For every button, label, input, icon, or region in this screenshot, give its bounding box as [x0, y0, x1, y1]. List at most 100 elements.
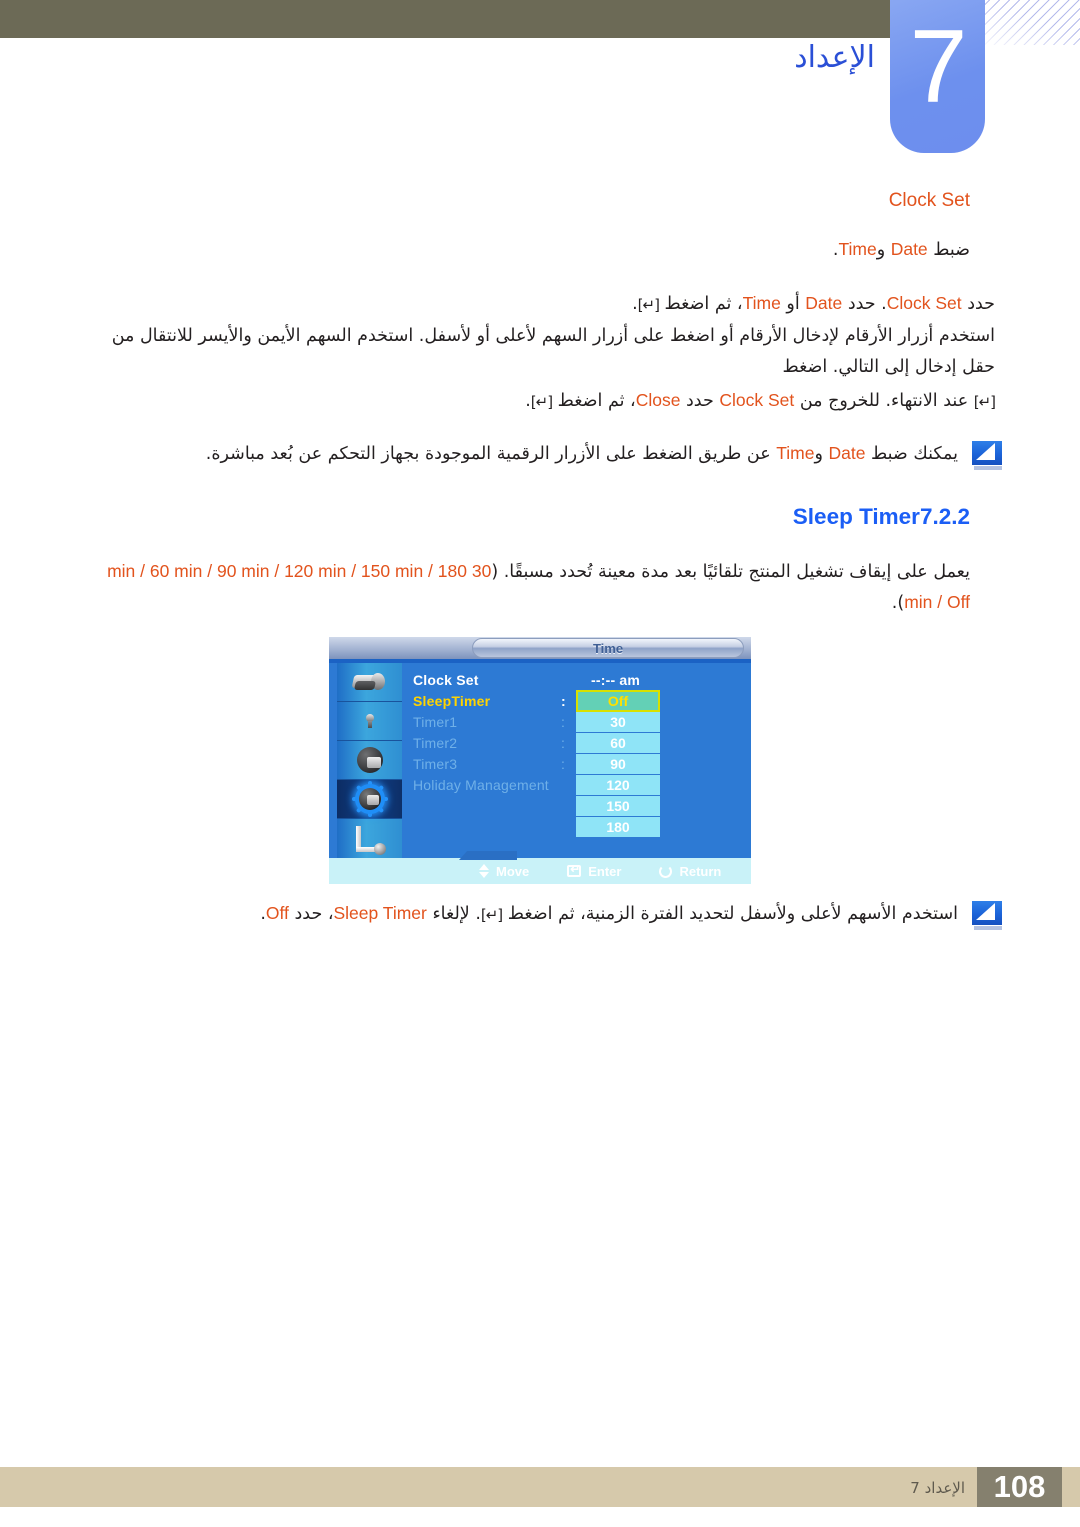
- dropdown-option[interactable]: 60: [576, 733, 660, 754]
- paragraph-1: حدد Clock Set. حدد Date أو Time، ثم اضغط…: [80, 288, 995, 320]
- osd-colon: :: [561, 755, 566, 772]
- p1-clockset: Clock Set: [886, 292, 962, 313]
- note-icon: [972, 441, 1002, 471]
- subtitle-time: Time: [838, 239, 877, 259]
- p1-b: . حدد: [842, 293, 887, 314]
- osd-sidebar-item-sound[interactable]: [337, 702, 402, 741]
- p1-d: ، ثم اضغط: [658, 293, 743, 314]
- header-olive-bar: [0, 0, 890, 38]
- opt-b: ).: [891, 593, 905, 614]
- section-number: 7.2.2: [919, 503, 970, 529]
- n2-off: Off: [265, 903, 289, 923]
- enter-icon: [567, 862, 582, 877]
- sleep-timer-options-line: يعمل على إيقاف تشغيل المنتج تلقائيًا بعد…: [0, 556, 1080, 619]
- chapter-number-badge: 7: [890, 0, 985, 153]
- osd-body: Clock Set --:-- am SleepTimer : Timer1 :: [413, 669, 743, 838]
- osd-label: Timer3: [413, 755, 458, 772]
- note-icon: [972, 901, 1002, 930]
- n2-sleeptimer: Sleep Timer: [333, 903, 427, 923]
- osd-label: SleepTimer: [413, 692, 491, 709]
- manual-page: 7 الإعداد Clock Set ضبط Date وTime. حدد …: [0, 0, 1080, 1527]
- p1-c: أو: [780, 293, 806, 314]
- dropdown-option-selected[interactable]: Off: [576, 690, 660, 712]
- osd-menu-rows: Clock Set --:-- am SleepTimer : Timer1 :: [413, 669, 743, 838]
- subtitle-date: Date: [890, 239, 928, 259]
- n2-a: استخدم الأسهم لأعلى ولأسفل لتحديد الفترة…: [502, 904, 958, 924]
- n1-date: Date: [828, 443, 866, 464]
- p3-close: Close: [635, 389, 681, 410]
- move-icon: [479, 864, 489, 878]
- enter-key-icon: [↵]: [973, 392, 996, 411]
- osd-screenshot-wrapper: Time Clock Set --:-- am SleepTimer: Tim…: [0, 637, 1080, 884]
- note-1-text: يمكنك ضبط Date وTime عن طريق الضغط على ا…: [80, 438, 958, 470]
- osd-row-clock-set[interactable]: Clock Set --:-- am: [413, 669, 743, 690]
- osd-label: Holiday Management: [413, 776, 549, 793]
- p1-date: Date: [805, 292, 843, 313]
- chapter-title: الإعداد: [794, 40, 875, 75]
- dropdown-option[interactable]: 150: [576, 796, 660, 817]
- n1-a: يمكنك ضبط: [865, 444, 958, 465]
- n2-b: . لإلغاء: [426, 904, 481, 924]
- note-row-1: يمكنك ضبط Date وTime عن طريق الضغط على ا…: [0, 438, 1080, 471]
- osd-colon: :: [561, 713, 566, 730]
- dropdown-option[interactable]: 180: [576, 817, 660, 838]
- dropdown-option[interactable]: 120: [576, 775, 660, 796]
- connector-icon: [354, 825, 386, 855]
- osd-sidebar-item-time[interactable]: [337, 780, 402, 819]
- osd-sidebar-item-setup[interactable]: [337, 741, 402, 780]
- osd-menu: Time Clock Set --:-- am SleepTimer: Tim…: [329, 637, 751, 884]
- topic-title: Clock Set: [888, 190, 970, 211]
- osd-label: Timer2: [413, 734, 458, 751]
- osd-sidebar: [337, 663, 402, 858]
- p3-c: ، ثم اضغط: [552, 390, 636, 411]
- note-row-2: استخدم الأسهم لأعلى ولأسفل لتحديد الفترة…: [0, 898, 1080, 930]
- subtitle-prefix: ضبط: [927, 240, 970, 260]
- opt-a: يعمل على إيقاف تشغيل المنتج تلقائيًا بعد…: [491, 561, 970, 582]
- osd-legend-bar: Move Enter Return: [329, 851, 751, 884]
- enter-key-icon: [↵]: [637, 295, 660, 314]
- p3-a: عند الانتهاء. للخروج من: [794, 390, 974, 411]
- osd-legend-tab: [459, 851, 517, 860]
- osd-title: Time: [472, 638, 744, 658]
- page-number: 108: [977, 1467, 1062, 1507]
- n1-b: و: [814, 444, 829, 465]
- p3-b: حدد: [680, 390, 720, 411]
- enter-key-icon: [↵]: [480, 906, 503, 924]
- gear-icon: [351, 781, 388, 817]
- n2-c: ، حدد: [288, 904, 334, 924]
- knob-icon: [356, 747, 383, 773]
- osd-legend-move: Move: [479, 864, 529, 879]
- osd-sidebar-item-support[interactable]: [337, 819, 402, 858]
- section-name: Sleep Timer: [792, 503, 920, 529]
- osd-label: Clock Set: [413, 671, 479, 688]
- legend-label: Move: [496, 863, 530, 879]
- page-content: Clock Set ضبط Date وTime. حدد Clock Set.…: [0, 190, 1080, 930]
- legend-label: Enter: [588, 863, 622, 879]
- osd-value: --:-- am: [591, 671, 641, 688]
- instruction-paragraphs: حدد Clock Set. حدد Date أو Time، ثم اضغط…: [0, 288, 1080, 417]
- footer-chapter-text: الإعداد 7: [910, 1479, 965, 1497]
- paragraph-3: [↵] عند الانتهاء. للخروج من Clock Set حد…: [80, 385, 996, 417]
- legend-label: Return: [679, 863, 722, 879]
- osd-legend-return: Return: [659, 864, 721, 879]
- sleep-timer-dropdown[interactable]: Off 30 60 90 120 150 180: [576, 690, 660, 838]
- osd-colon: :: [561, 692, 566, 709]
- n1-c: عن طريق الضغط على الأزرار الرقمية الموجو…: [205, 444, 777, 465]
- section-heading: Sleep Timer7.2.2: [0, 504, 1080, 530]
- dropdown-option[interactable]: 90: [576, 754, 660, 775]
- p1-time: Time: [742, 292, 781, 313]
- dropdown-option[interactable]: 30: [576, 712, 660, 733]
- osd-sidebar-item-picture[interactable]: [337, 663, 402, 702]
- page-footer: الإعداد 7 108: [0, 1467, 1080, 1507]
- p3-clockset: Clock Set: [719, 389, 795, 410]
- osd-legend-enter: Enter: [567, 862, 622, 879]
- note-2-text: استخدم الأسهم لأعلى ولأسفل لتحديد الفترة…: [80, 898, 958, 930]
- picture-tube-icon: [351, 672, 387, 692]
- topic-subtitle: ضبط Date وTime.: [0, 234, 1080, 266]
- n1-time: Time: [776, 443, 815, 464]
- paragraph-2: استخدم أزرار الأرقام لإدخال الأرقام أو ا…: [111, 326, 995, 377]
- sound-icon: [364, 714, 376, 728]
- return-icon: [659, 864, 673, 878]
- enter-key-icon-2: [↵]: [530, 392, 553, 411]
- osd-colon: :: [561, 734, 566, 751]
